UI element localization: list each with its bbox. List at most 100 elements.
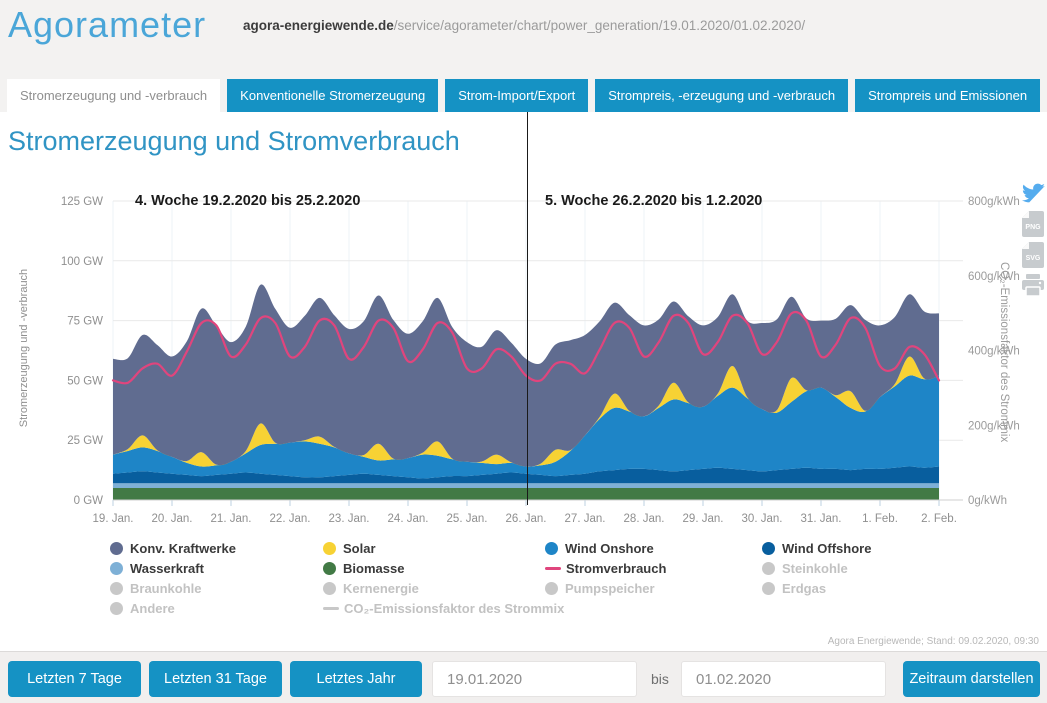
tab-strom-import-export[interactable]: Strom-Import/Export — [445, 79, 589, 112]
legend-item-label: Steinkohle — [782, 560, 848, 576]
legend-item-erdgas[interactable]: Erdgas — [762, 578, 871, 598]
legend-item-konv-kraftwerke[interactable]: Konv. Kraftwerke — [110, 538, 236, 558]
legend-item-braunkohle[interactable]: Braunkohle — [110, 578, 236, 598]
x-tick-label: 27. Jan. — [565, 513, 606, 525]
y-right-tick-label: 0g/kWh — [968, 495, 1007, 507]
x-tick-label: 25. Jan. — [447, 513, 488, 525]
bis-label: bis — [651, 671, 669, 687]
legend-dot-swatch — [323, 561, 336, 575]
y-left-tick-label: 50 GW — [67, 375, 103, 387]
legend-item-label: CO₂-Emissionsfaktor des Strommix — [344, 600, 565, 616]
y-left-tick-label: 25 GW — [67, 435, 103, 447]
tab-strompreis-und-emissionen[interactable]: Strompreis und Emissionen — [855, 79, 1041, 112]
twitter-share-icon[interactable] — [1021, 183, 1045, 203]
x-tick-label: 26. Jan. — [506, 513, 547, 525]
last-31-days-button[interactable]: Letzten 31 Tage — [149, 661, 282, 697]
legend-item-wind-offshore[interactable]: Wind Offshore — [762, 538, 871, 558]
legend-column: Wind Offshore Steinkohle Erdgas — [762, 538, 871, 598]
x-tick-label: 24. Jan. — [388, 513, 429, 525]
legend-item-label: Andere — [130, 600, 175, 616]
legend-dot-swatch — [323, 541, 336, 555]
week-annotation-4: 4. Woche 19.2.2020 bis 25.2.2020 — [135, 193, 361, 209]
legend-item-steinkohle[interactable]: Steinkohle — [762, 558, 871, 578]
legend-dot-swatch — [110, 581, 123, 595]
legend-item-label: Biomasse — [343, 560, 405, 576]
legend-column: Konv. Kraftwerke Wasserkraft Braunkohle And… — [110, 538, 236, 618]
legend-dot-swatch — [762, 581, 775, 595]
legend-item-andere[interactable]: Andere — [110, 598, 236, 618]
legend-dot-swatch — [545, 541, 558, 555]
legend-dot-swatch — [762, 561, 775, 575]
legend-dot-swatch — [110, 541, 123, 555]
legend-line-swatch — [545, 566, 561, 570]
url-domain: agora-energiewende.de — [243, 18, 394, 33]
y-right-tick-label: 200g/kWh — [968, 420, 1020, 432]
download-png-icon[interactable]: PNG — [1022, 211, 1044, 237]
x-tick-label: 21. Jan. — [211, 513, 252, 525]
tab-strompreis-erzeugung-und-verbrauch[interactable]: Strompreis, -erzeugung und -verbrauch — [595, 79, 849, 112]
legend-item-label: Wind Offshore — [782, 540, 872, 556]
tab-bar: Stromerzeugung und -verbrauch Konventione… — [7, 79, 1047, 112]
x-tick-label: 22. Jan. — [270, 513, 311, 525]
y-left-tick-label: 0 GW — [74, 495, 104, 507]
legend-item-label: Wasserkraft — [130, 560, 204, 576]
area-series-biomasse — [113, 488, 939, 500]
legend-item-stromverbrauch[interactable]: Stromverbrauch — [545, 558, 666, 578]
legend-dot-swatch — [762, 541, 775, 555]
y-right-tick-label: 800g/kWh — [968, 196, 1020, 208]
y-right-tick-label: 600g/kWh — [968, 271, 1020, 283]
url-path: /service/agorameter/chart/power_generati… — [393, 18, 806, 33]
tab-konventionelle-stromerzeugung[interactable]: Konventionelle Stromerzeugung — [227, 79, 439, 112]
y-left-tick-label: 75 GW — [67, 316, 103, 328]
area-series-wasserkraft — [113, 483, 939, 488]
date-from-input[interactable] — [432, 661, 637, 697]
week-annotation-5: 5. Woche 26.2.2020 bis 1.2.2020 — [545, 193, 763, 209]
x-tick-label: 23. Jan. — [329, 513, 370, 525]
y-left-tick-label: 125 GW — [61, 196, 103, 208]
legend-column: Wind Onshore Stromverbrauch Pumpspeicher — [545, 538, 666, 598]
legend-item-label: Konv. Kraftwerke — [130, 540, 236, 556]
export-toolbar: PNG SVG — [1021, 183, 1045, 296]
download-svg-icon[interactable]: SVG — [1022, 242, 1044, 268]
legend-dot-swatch — [545, 581, 558, 595]
attribution-text: Agora Energiewende; Stand: 09.02.2020, 0… — [827, 636, 1039, 647]
legend-dot-swatch — [110, 601, 123, 615]
last-7-days-button[interactable]: Letzten 7 Tage — [8, 661, 141, 697]
x-tick-label: 28. Jan. — [624, 513, 665, 525]
legend-item-solar[interactable]: Solar — [323, 538, 564, 558]
legend-item-kernenergie[interactable]: Kernenergie — [323, 578, 564, 598]
y-left-tick-label: 100 GW — [61, 256, 103, 268]
x-tick-label: 2. Feb. — [921, 513, 957, 525]
last-year-button[interactable]: Letztes Jahr — [290, 661, 422, 697]
x-tick-label: 29. Jan. — [683, 513, 724, 525]
legend-item-label: Stromverbrauch — [566, 560, 667, 576]
app-title: Agorameter — [8, 4, 207, 45]
legend-column: Solar Biomasse Kernenergie CO₂-Emissionsfak… — [323, 538, 564, 618]
legend-item-pumpspeicher[interactable]: Pumpspeicher — [545, 578, 666, 598]
legend-item-label: Braunkohle — [130, 580, 202, 596]
print-icon[interactable] — [1021, 274, 1045, 296]
page-title: Stromerzeugung und Stromverbrauch — [8, 126, 460, 156]
png-icon-label: PNG — [1025, 224, 1041, 231]
x-tick-label: 1. Feb. — [862, 513, 898, 525]
legend-item-label: Solar — [343, 540, 376, 556]
legend-item-co-emissionsfaktor-des-strommix[interactable]: CO₂-Emissionsfaktor des Strommix — [323, 598, 564, 618]
legend-item-biomasse[interactable]: Biomasse — [323, 558, 564, 578]
tab-stromerzeugung-und-verbrauch[interactable]: Stromerzeugung und -verbrauch — [7, 79, 221, 112]
legend-item-wasserkraft[interactable]: Wasserkraft — [110, 558, 236, 578]
legend-item-label: Wind Onshore — [565, 540, 654, 556]
x-tick-label: 19. Jan. — [93, 513, 134, 525]
x-tick-label: 31. Jan. — [801, 513, 842, 525]
legend-item-wind-onshore[interactable]: Wind Onshore — [545, 538, 666, 558]
legend-line-swatch — [323, 606, 339, 610]
legend-dot-swatch — [110, 561, 123, 575]
legend-item-label: Pumpspeicher — [565, 580, 655, 596]
legend-dot-swatch — [323, 581, 336, 595]
week-separator-line — [527, 112, 528, 505]
breadcrumb-url: agora-energiewende.de/service/agorameter… — [243, 18, 805, 33]
legend-item-label: Erdgas — [782, 580, 827, 596]
x-tick-label: 20. Jan. — [152, 513, 193, 525]
legend-item-label: Kernenergie — [343, 580, 419, 596]
show-period-button[interactable]: Zeitraum darstellen — [903, 661, 1040, 697]
date-to-input[interactable] — [681, 661, 886, 697]
